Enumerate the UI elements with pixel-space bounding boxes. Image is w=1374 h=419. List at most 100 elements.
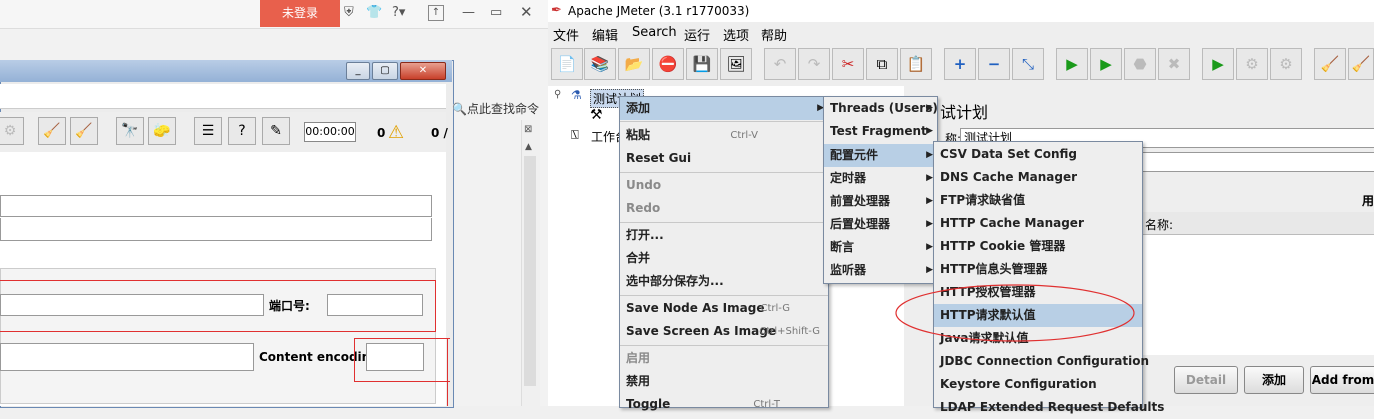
tree-handle-icon[interactable]: ⚲ xyxy=(554,89,561,100)
inner-menubar xyxy=(0,84,446,109)
submenu-test-fragment[interactable]: Test Fragment ▶ xyxy=(824,120,937,143)
menu-item-merge[interactable]: 合并 xyxy=(620,247,828,270)
cut-icon[interactable]: ✂ xyxy=(832,48,864,80)
open-icon[interactable]: 📂 xyxy=(618,48,650,80)
comment-field[interactable] xyxy=(0,218,432,241)
vars-table[interactable] xyxy=(1140,235,1374,355)
submenu-preprocessor[interactable]: 前置处理器 ▶ xyxy=(824,190,937,213)
inner-minimize-button[interactable]: _ xyxy=(346,62,370,80)
config-item-dns-cache[interactable]: DNS Cache Manager xyxy=(934,166,1142,189)
config-item-csv[interactable]: CSV Data Set Config xyxy=(934,143,1142,166)
menu-item-disable[interactable]: 禁用 xyxy=(620,370,828,393)
flask-icon: ⚗ xyxy=(571,88,582,102)
menu-item-save-node-image[interactable]: Save Node As Image Ctrl-G xyxy=(620,297,828,320)
clear-broom-icon[interactable]: 🧹 xyxy=(1314,48,1346,80)
close-icon[interactable]: ✕ xyxy=(520,3,533,21)
scroll-up-icon[interactable]: ⊠ xyxy=(524,124,532,135)
menu-item-undo[interactable]: Undo xyxy=(620,174,828,197)
config-item-http-cookie[interactable]: HTTP Cookie 管理器 xyxy=(934,235,1142,258)
shutdown-icon[interactable]: ✖ xyxy=(1158,48,1190,80)
menu-options[interactable]: 选项 xyxy=(723,25,749,44)
menu-search[interactable]: Search xyxy=(632,25,677,40)
close-file-icon[interactable]: ⛔ xyxy=(652,48,684,80)
menu-item-redo[interactable]: Redo xyxy=(620,197,828,220)
scroll-arrow-icon[interactable]: ▲ xyxy=(525,142,532,152)
feather-icon: ✒ xyxy=(551,3,562,18)
remote-start-icon[interactable]: ▶ xyxy=(1202,48,1234,80)
scroll-thumb[interactable] xyxy=(524,156,536,386)
protocol-field[interactable] xyxy=(0,343,254,371)
templates-icon[interactable]: 📚 xyxy=(584,48,616,80)
new-icon[interactable]: 📄 xyxy=(551,48,583,80)
paste-icon[interactable]: 📋 xyxy=(900,48,932,80)
binoculars-icon[interactable]: 🔭 xyxy=(116,117,144,145)
minimize-icon[interactable]: — xyxy=(462,5,475,20)
help-book-icon[interactable]: ? xyxy=(228,117,256,145)
submenu-threads[interactable]: Threads (Users) ▶ xyxy=(824,97,938,120)
submenu-timer[interactable]: 定时器 ▶ xyxy=(824,167,937,190)
menu-item-add[interactable]: 添加 ▶ xyxy=(620,97,828,120)
restore-icon[interactable]: ↑ xyxy=(428,5,444,21)
menu-item-reset-gui[interactable]: Reset Gui xyxy=(620,147,828,170)
warning-icon[interactable]: ⚠ xyxy=(388,122,404,143)
remote-exit-icon[interactable]: ⚙ xyxy=(1270,48,1302,80)
clear-all-broom-icon[interactable]: 🧹 xyxy=(1348,48,1374,80)
copy-icon[interactable]: ⧉ xyxy=(866,48,898,80)
config-item-ftp-defaults[interactable]: FTP请求缺省值 xyxy=(934,189,1142,212)
config-item-http-cache[interactable]: HTTP Cache Manager xyxy=(934,212,1142,235)
submenu-config-element[interactable]: 配置元件 ▶ xyxy=(824,144,937,167)
undo-icon[interactable]: ↶ xyxy=(764,48,796,80)
shield-icon[interactable]: ⛨ xyxy=(344,5,354,20)
save-icon[interactable]: 💾 xyxy=(686,48,718,80)
add-from-button[interactable]: Add from xyxy=(1310,366,1374,394)
detail-button[interactable]: Detail xyxy=(1174,366,1238,394)
list-icon[interactable]: ☰ xyxy=(194,117,222,145)
submenu-listener[interactable]: 监听器 ▶ xyxy=(824,259,937,282)
search-hint[interactable]: 🔍点此查找命令 xyxy=(452,100,539,117)
inner-maximize-button[interactable]: ▢ xyxy=(372,62,398,80)
menu-run[interactable]: 运行 xyxy=(684,25,710,44)
config-item-keystore[interactable]: Keystore Configuration xyxy=(934,373,1142,396)
config-item-http-header[interactable]: HTTP信息头管理器 xyxy=(934,258,1142,281)
add-button[interactable]: 添加 xyxy=(1244,366,1304,394)
submenu-assertion[interactable]: 断言 ▶ xyxy=(824,236,937,259)
menu-item-save-selection[interactable]: 选中部分保存为... xyxy=(620,270,828,293)
menu-item-paste[interactable]: 粘贴 Ctrl-V xyxy=(620,124,828,147)
collapse-icon[interactable]: − xyxy=(978,48,1010,80)
remote-stop-icon[interactable]: ⚙ xyxy=(1236,48,1268,80)
warning-count: 0 xyxy=(377,126,386,140)
menu-item-save-screen-image[interactable]: Save Screen As Image Ctrl+Shift-G xyxy=(620,320,828,343)
menu-edit[interactable]: 编辑 xyxy=(592,25,618,44)
elapsed-timer: 00:00:00 xyxy=(304,122,356,142)
menu-item-enable[interactable]: 启用 xyxy=(620,347,828,370)
stop-icon[interactable]: ⬣ xyxy=(1124,48,1156,80)
window-title: Apache JMeter (3.1 r1770033) xyxy=(568,4,750,18)
config-item-jdbc[interactable]: JDBC Connection Configuration xyxy=(934,350,1149,373)
broom-icon[interactable]: 🧹 xyxy=(38,117,66,145)
menu-file[interactable]: 文件 xyxy=(553,25,579,44)
toggle-icon[interactable]: ⤡ xyxy=(1012,48,1044,80)
start-no-pause-icon[interactable]: ▶ xyxy=(1090,48,1122,80)
help-icon[interactable]: ?▾ xyxy=(392,5,405,20)
menu-item-toggle[interactable]: Toggle Ctrl-T xyxy=(620,393,828,416)
menu-help[interactable]: 帮助 xyxy=(761,25,787,44)
save-as-image-icon[interactable]: 🖼 xyxy=(720,48,752,80)
config-item-ldap-ext[interactable]: LDAP Extended Request Defaults xyxy=(934,396,1164,419)
expand-icon[interactable]: + xyxy=(944,48,976,80)
inner-close-button[interactable]: ✕ xyxy=(400,62,446,80)
config-element-submenu: CSV Data Set Config DNS Cache Manager FT… xyxy=(933,141,1164,414)
annotation-box-encoding xyxy=(354,338,450,382)
shirt-icon[interactable]: 👕 xyxy=(366,5,382,20)
start-icon[interactable]: ▶ xyxy=(1056,48,1088,80)
name-field[interactable] xyxy=(0,195,432,217)
login-button[interactable]: 未登录 xyxy=(260,0,340,27)
panel-title: 试计划 xyxy=(940,103,989,122)
broom-all-icon[interactable]: 🧹 xyxy=(70,117,98,145)
clear-icon[interactable]: 🧽 xyxy=(148,117,176,145)
remote-icon[interactable]: ⚙ xyxy=(0,117,24,145)
submenu-postprocessor[interactable]: 后置处理器 ▶ xyxy=(824,213,937,236)
menu-item-open[interactable]: 打开... xyxy=(620,224,828,247)
maximize-icon[interactable]: ▭ xyxy=(490,5,502,20)
redo-icon[interactable]: ↷ xyxy=(798,48,830,80)
function-icon[interactable]: ✎ xyxy=(262,117,290,145)
